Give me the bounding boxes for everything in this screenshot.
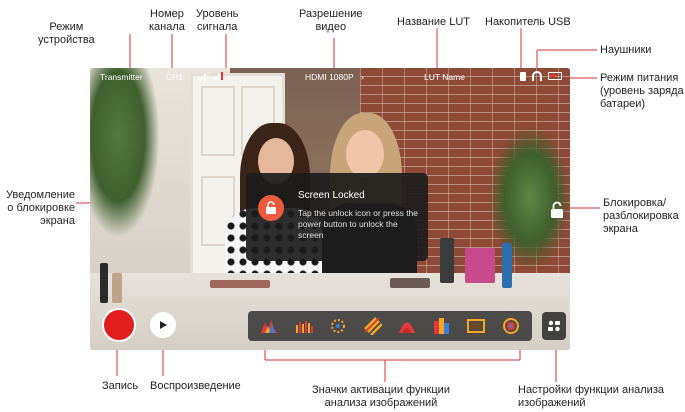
plant-left: [90, 68, 160, 238]
callout-channel-number: Номер канала: [149, 8, 185, 33]
cosmetic-item: [465, 248, 495, 283]
status-bar: Transmitter CH1 › HDMI 1080P › LUT Name: [90, 68, 570, 86]
focus-peaking-icon[interactable]: [328, 316, 348, 336]
rgb-parade-icon[interactable]: [432, 316, 452, 336]
resolution-label[interactable]: HDMI 1080P: [305, 72, 354, 82]
settings-grid-icon: [548, 320, 560, 332]
headphones-icon: [532, 71, 542, 81]
callout-usb-storage: Накопитель USB: [485, 16, 571, 28]
frame-guide-icon[interactable]: [466, 316, 486, 336]
callout-lut-name: Название LUT: [397, 16, 470, 28]
callout-lock-notification: Уведомление о блокировке экрана: [6, 189, 75, 227]
playback-button[interactable]: [150, 312, 176, 338]
zebra-icon[interactable]: [363, 316, 383, 336]
analysis-settings-button[interactable]: [542, 312, 566, 340]
cosmetic-item: [390, 278, 430, 288]
lock-icon: [258, 195, 284, 221]
screen-lock-button[interactable]: [550, 201, 564, 219]
histogram-icon[interactable]: [294, 316, 314, 336]
signal-icon: [212, 72, 223, 80]
channel-label: CH1: [166, 72, 184, 82]
play-icon: [160, 321, 167, 329]
waveform-icon[interactable]: [259, 316, 279, 336]
dialog-title: Screen Locked: [298, 190, 365, 201]
battery-icon: [548, 72, 562, 80]
false-color-icon[interactable]: [397, 316, 417, 336]
callout-record: Запись: [102, 380, 139, 392]
record-button[interactable]: [102, 308, 136, 342]
cosmetic-item: [210, 280, 270, 288]
chevron-right-icon[interactable]: ›: [228, 72, 231, 82]
callout-headphones: Наушники: [600, 44, 652, 56]
callout-analysis-icons: Значки активации функции анализа изображ…: [312, 384, 450, 409]
person-right-face: [346, 130, 384, 178]
usb-storage-icon: [520, 72, 526, 81]
callout-power-mode: Режим питания (уровень заряда батареи): [600, 72, 684, 110]
cosmetic-item: [112, 273, 122, 303]
callout-device-mode: Режим устройства: [38, 21, 95, 46]
lut-name-label[interactable]: LUT Name: [424, 72, 465, 82]
chevron-right-icon[interactable]: ›: [361, 72, 364, 82]
cosmetic-item: [100, 263, 108, 303]
callout-video-resolution: Разрешение видео: [299, 8, 363, 33]
signal-icon: [198, 72, 209, 80]
callout-signal-level: Уровень сигнала: [196, 8, 239, 33]
device-mode-label: Transmitter: [100, 72, 143, 82]
monitor-screen: Transmitter CH1 › HDMI 1080P › LUT Name …: [90, 68, 570, 350]
dialog-message: Tap the unlock icon or press the power b…: [298, 208, 419, 240]
callout-lock-unlock: Блокировка/ разблокировка экрана: [603, 197, 679, 235]
cosmetic-item: [440, 238, 454, 283]
cosmetic-item: [502, 243, 512, 288]
image-analysis-toolbar: [248, 311, 532, 341]
callout-playback: Воспроизведение: [150, 380, 241, 392]
callout-analysis-settings: Настройки функции анализа изображений: [518, 384, 664, 409]
vectorscope-icon[interactable]: [501, 316, 521, 336]
screen-locked-dialog: Screen Locked Tap the unlock icon or pre…: [246, 173, 428, 261]
